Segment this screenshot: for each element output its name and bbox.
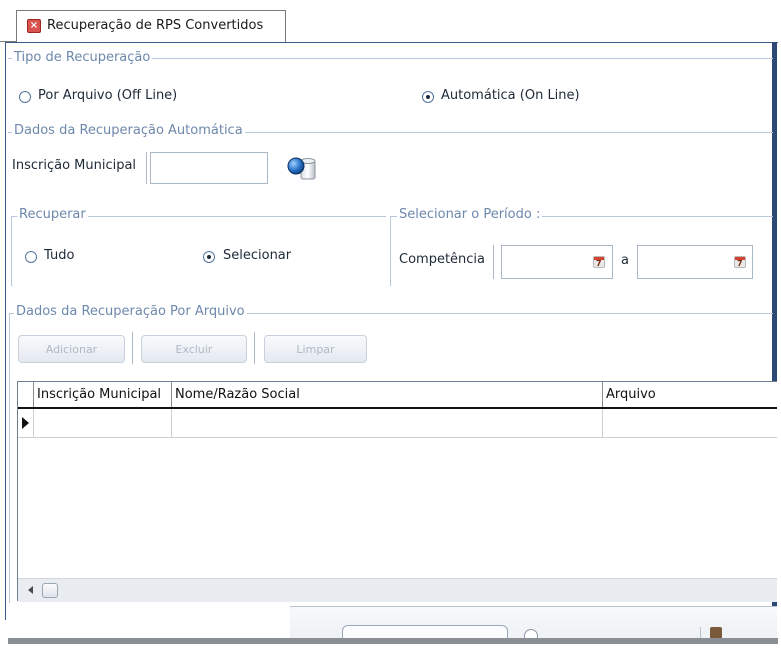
radio-tudo-label[interactable]: Tudo bbox=[44, 248, 74, 263]
lookup-icon[interactable] bbox=[283, 153, 319, 183]
tab-recuperacao-rps[interactable]: × Recuperação de RPS Convertidos bbox=[16, 10, 286, 42]
calendar-icon[interactable] bbox=[734, 256, 746, 268]
scroll-thumb[interactable] bbox=[42, 583, 58, 598]
radio-tudo[interactable] bbox=[25, 251, 37, 263]
bottom-toolbar bbox=[290, 606, 777, 643]
tipo-legend: Tipo de Recuperação bbox=[12, 50, 153, 65]
recuperar-group-left bbox=[11, 216, 12, 286]
excluir-button[interactable]: Excluir bbox=[141, 335, 247, 363]
scroll-left-icon[interactable] bbox=[28, 586, 33, 594]
automatica-legend: Dados da Recuperação Automática bbox=[12, 123, 245, 138]
radio-selecionar[interactable] bbox=[203, 251, 215, 263]
radio-automatica-label[interactable]: Automática (On Line) bbox=[441, 88, 580, 103]
table-row[interactable] bbox=[18, 409, 777, 438]
column-arquivo[interactable]: Arquivo bbox=[602, 382, 777, 407]
close-icon[interactable]: × bbox=[27, 19, 41, 33]
inscricao-municipal-label: Inscrição Municipal bbox=[12, 158, 137, 173]
periodo-group-left bbox=[390, 216, 391, 286]
arquivo-legend: Dados da Recuperação Por Arquivo bbox=[14, 304, 247, 319]
table-cell[interactable] bbox=[33, 409, 34, 437]
grid-header: Inscrição Municipal Nome/Razão Social Ar… bbox=[18, 382, 777, 409]
toolbar-separator bbox=[132, 332, 133, 364]
range-separator-label: a bbox=[621, 253, 629, 268]
column-inscricao-municipal[interactable]: Inscrição Municipal bbox=[33, 382, 189, 407]
table-cell[interactable] bbox=[602, 409, 603, 437]
horizontal-scrollbar[interactable] bbox=[18, 578, 777, 602]
calendar-icon[interactable] bbox=[593, 256, 605, 268]
radio-selecionar-label[interactable]: Selecionar bbox=[223, 248, 291, 263]
recuperar-legend: Recuperar bbox=[17, 207, 88, 222]
field-separator bbox=[493, 245, 494, 279]
limpar-button[interactable]: Limpar bbox=[264, 335, 367, 363]
competencia-label: Competência bbox=[399, 252, 486, 267]
adicionar-button[interactable]: Adicionar bbox=[18, 335, 125, 363]
arquivo-group-left bbox=[9, 313, 10, 603]
tab-title: Recuperação de RPS Convertidos bbox=[47, 18, 264, 33]
arquivo-grid[interactable]: Inscrição Municipal Nome/Razão Social Ar… bbox=[17, 381, 777, 601]
table-cell[interactable] bbox=[171, 409, 172, 437]
column-nome-razao-social[interactable]: Nome/Razão Social bbox=[171, 382, 602, 407]
periodo-legend: Selecionar o Período : bbox=[397, 207, 543, 222]
toolbar-separator bbox=[254, 332, 255, 364]
frame-bottom-border bbox=[8, 638, 778, 644]
radio-automatica[interactable] bbox=[422, 91, 434, 103]
current-row-indicator-icon bbox=[22, 417, 29, 429]
radio-por-arquivo-label[interactable]: Por Arquivo (Off Line) bbox=[38, 88, 177, 103]
radio-por-arquivo[interactable] bbox=[19, 91, 31, 103]
field-separator bbox=[146, 152, 147, 184]
inscricao-municipal-input[interactable] bbox=[150, 152, 268, 184]
